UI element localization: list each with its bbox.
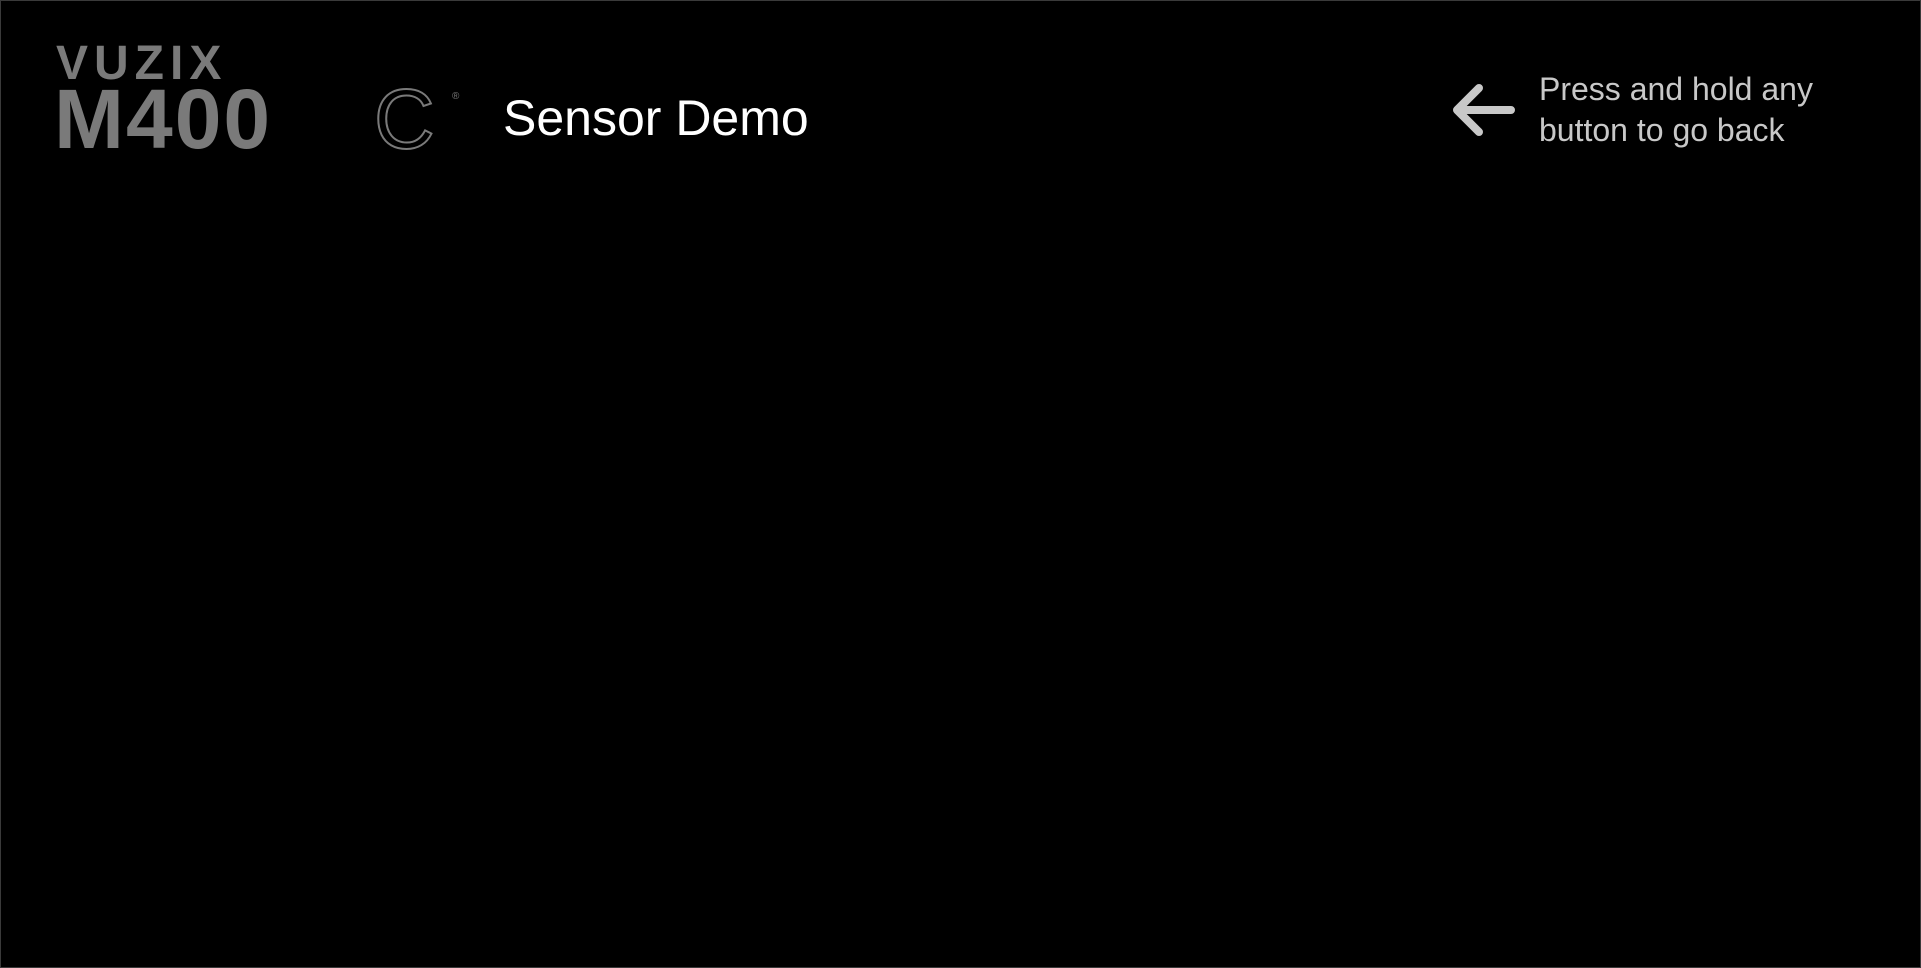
logo-registered-mark: ®	[452, 91, 460, 102]
logo-model-suffix: C	[374, 72, 435, 157]
logo-model-text: M400	[56, 72, 272, 157]
app-screen: VUZIX M400 C ® Sensor Demo Press and hol…	[0, 0, 1921, 968]
arrow-left-icon	[1453, 84, 1515, 136]
vuzix-m400c-logo: VUZIX M400 C ®	[56, 41, 466, 157]
back-hint-text: Press and hold any button to go back	[1539, 71, 1813, 148]
page-title: Sensor Demo	[503, 90, 809, 146]
back-hint: Press and hold any button to go back	[1449, 69, 1859, 151]
